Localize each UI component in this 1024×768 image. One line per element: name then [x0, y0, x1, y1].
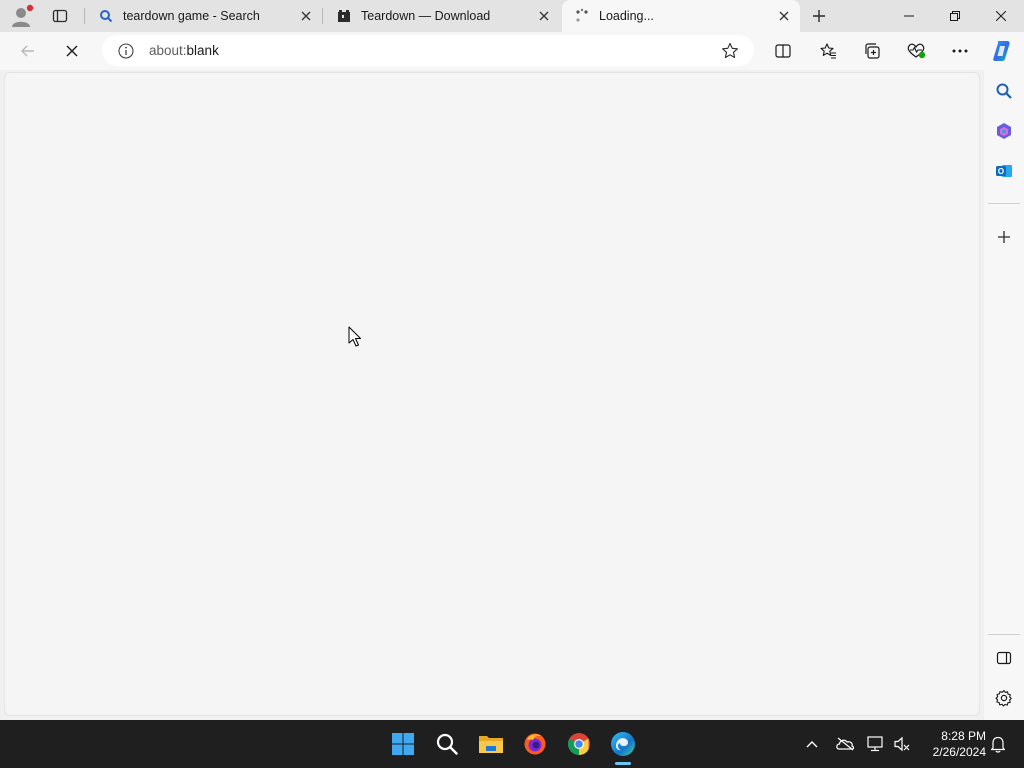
tab-search[interactable]: teardown game - Search	[86, 0, 322, 32]
address-url[interactable]: about:blank	[149, 43, 720, 58]
close-window-button[interactable]	[978, 0, 1024, 32]
clock-time: 8:28 PM	[941, 729, 986, 743]
split-screen-button[interactable]	[769, 37, 797, 65]
clock-date: 2/26/2024	[932, 745, 986, 759]
sidebar-separator	[988, 203, 1020, 204]
url-scheme: about:	[149, 43, 187, 58]
sidebar-search-icon[interactable]	[990, 77, 1018, 105]
tab-loading[interactable]: Loading...	[562, 0, 800, 32]
search-icon[interactable]	[431, 728, 463, 760]
tab-strip: teardown game - Search Teardown — Downlo…	[0, 0, 1024, 32]
search-icon	[98, 8, 114, 24]
url-path: blank	[186, 43, 219, 58]
browser-essentials-button[interactable]	[902, 37, 930, 65]
more-options-button[interactable]	[946, 37, 974, 65]
tab-separator	[84, 8, 85, 24]
windows-start-icon[interactable]	[387, 728, 419, 760]
new-tab-button[interactable]	[808, 5, 830, 27]
tab-actions-menu-icon[interactable]	[48, 4, 72, 28]
notification-bell-icon[interactable]	[986, 732, 1010, 756]
edge-sidebar: O	[984, 70, 1024, 720]
browser-toolbar: about:blank	[0, 32, 1024, 70]
back-button[interactable]	[14, 37, 42, 65]
restore-button[interactable]	[932, 0, 978, 32]
system-clock[interactable]: 8:28 PM 2/26/2024	[918, 728, 986, 760]
sidebar-separator	[988, 634, 1020, 635]
hide-sidebar-icon[interactable]	[990, 644, 1018, 672]
teardown-logo-icon	[336, 8, 352, 24]
blank-page-content[interactable]	[4, 72, 980, 716]
collections-button[interactable]	[858, 37, 886, 65]
onedrive-offline-icon[interactable]	[833, 732, 857, 756]
edge-icon[interactable]	[607, 728, 639, 760]
tab-title: Loading...	[599, 9, 654, 23]
firefox-icon[interactable]	[519, 728, 551, 760]
copilot-icon[interactable]	[988, 37, 1016, 65]
favorites-button[interactable]	[814, 37, 842, 65]
close-tab-icon[interactable]	[534, 6, 554, 26]
chevron-up-icon[interactable]	[800, 732, 824, 756]
sidebar-add-icon[interactable]	[990, 223, 1018, 251]
windows-taskbar: 8:28 PM 2/26/2024	[0, 720, 1024, 768]
page-viewport	[0, 70, 984, 720]
close-tab-icon[interactable]	[774, 6, 794, 26]
mouse-cursor-icon	[348, 326, 362, 348]
svg-text:O: O	[998, 167, 1004, 176]
info-icon[interactable]	[118, 42, 134, 59]
profile-avatar-icon[interactable]	[8, 4, 34, 28]
tab-teardown-download[interactable]: Teardown — Download	[324, 0, 560, 32]
stop-loading-button[interactable]	[58, 37, 86, 65]
active-app-indicator	[615, 762, 631, 765]
minimize-button[interactable]	[886, 0, 932, 32]
file-explorer-icon[interactable]	[475, 728, 507, 760]
address-bar[interactable]: about:blank	[102, 35, 754, 66]
favorite-star-icon[interactable]	[720, 41, 740, 61]
sidebar-settings-gear-icon[interactable]	[990, 684, 1018, 712]
network-icon[interactable]	[864, 732, 888, 756]
loading-spinner-icon	[574, 8, 590, 24]
sidebar-microsoft365-icon[interactable]	[990, 117, 1018, 145]
volume-muted-icon[interactable]	[890, 732, 914, 756]
chrome-icon[interactable]	[563, 728, 595, 760]
tab-title: Teardown — Download	[361, 9, 491, 23]
close-tab-icon[interactable]	[296, 6, 316, 26]
tab-title: teardown game - Search	[123, 9, 260, 23]
tab-separator	[322, 8, 323, 24]
sidebar-outlook-icon[interactable]: O	[990, 157, 1018, 185]
